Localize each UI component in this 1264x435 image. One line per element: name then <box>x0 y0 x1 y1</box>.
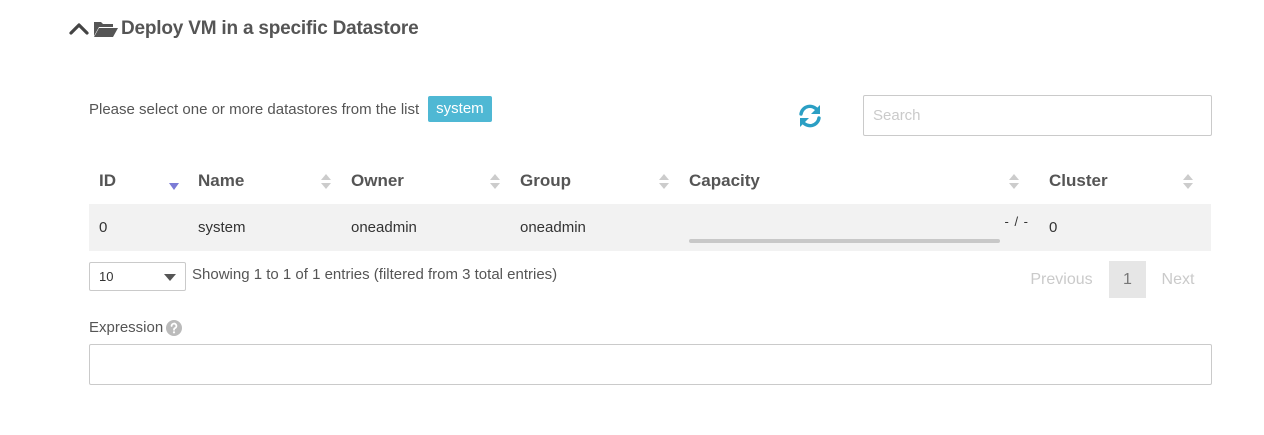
folder-open-icon <box>94 22 118 37</box>
section-title: Deploy VM in a specific Datastore <box>121 18 419 39</box>
capacity-text: - / - <box>1004 213 1029 229</box>
column-header-capacity[interactable]: Capacity <box>679 158 1039 204</box>
pagination: Previous 1 Next <box>1014 261 1210 298</box>
capacity-meter: - / - <box>689 208 1029 248</box>
chevron-up-icon[interactable] <box>68 18 90 40</box>
column-label: Owner <box>351 171 404 190</box>
page-length-value: 10 <box>99 269 114 284</box>
sort-icon <box>321 174 331 189</box>
sort-desc-icon <box>169 183 179 190</box>
column-label: Capacity <box>689 171 760 190</box>
caret-down-icon <box>164 274 176 281</box>
cell-cluster: 0 <box>1049 219 1058 236</box>
page-length-select[interactable]: 10 <box>89 262 186 291</box>
sort-icon <box>1009 174 1019 189</box>
question-circle-icon[interactable] <box>166 319 183 336</box>
refresh-icon[interactable] <box>797 103 823 129</box>
table-info: Showing 1 to 1 of 1 entries (filtered fr… <box>192 266 558 283</box>
capacity-bar <box>689 238 1000 243</box>
page-1-button[interactable]: 1 <box>1109 261 1146 298</box>
cell-name: system <box>198 219 246 236</box>
column-label: Group <box>520 171 571 190</box>
column-header-group[interactable]: Group <box>510 158 679 204</box>
datastore-table: ID Name Owner Group Capacity Cluster 0 s… <box>89 158 1211 251</box>
column-header-name[interactable]: Name <box>188 158 341 204</box>
cell-id: 0 <box>99 219 108 236</box>
search-input[interactable] <box>863 95 1212 136</box>
sort-icon <box>659 174 669 189</box>
cell-capacity: - / - <box>679 204 1039 251</box>
selected-datastore-badge[interactable]: system <box>428 96 492 122</box>
column-label: Name <box>198 171 245 190</box>
cell-owner: oneadmin <box>351 219 417 236</box>
column-header-id[interactable]: ID <box>89 158 188 204</box>
section-header[interactable]: Deploy VM in a specific Datastore <box>68 16 419 42</box>
selection-prompt: Please select one or more datastores fro… <box>89 96 492 122</box>
column-header-owner[interactable]: Owner <box>341 158 510 204</box>
table-row[interactable]: 0 system oneadmin oneadmin - / - 0 <box>89 204 1211 251</box>
table-header-row: ID Name Owner Group Capacity Cluster <box>89 158 1211 204</box>
column-label: Cluster <box>1049 171 1108 190</box>
expression-label: Expression <box>89 319 183 336</box>
column-header-cluster[interactable]: Cluster <box>1039 158 1211 204</box>
sort-icon <box>490 174 500 189</box>
sort-icon <box>1183 174 1193 189</box>
cell-group: oneadmin <box>520 219 586 236</box>
previous-page-button[interactable]: Previous <box>1014 271 1109 289</box>
prompt-text: Please select one or more datastores fro… <box>89 100 420 118</box>
column-label: ID <box>99 171 116 190</box>
expression-input[interactable] <box>89 344 1212 385</box>
expression-label-text: Expression <box>89 319 164 336</box>
next-page-button[interactable]: Next <box>1146 271 1210 289</box>
